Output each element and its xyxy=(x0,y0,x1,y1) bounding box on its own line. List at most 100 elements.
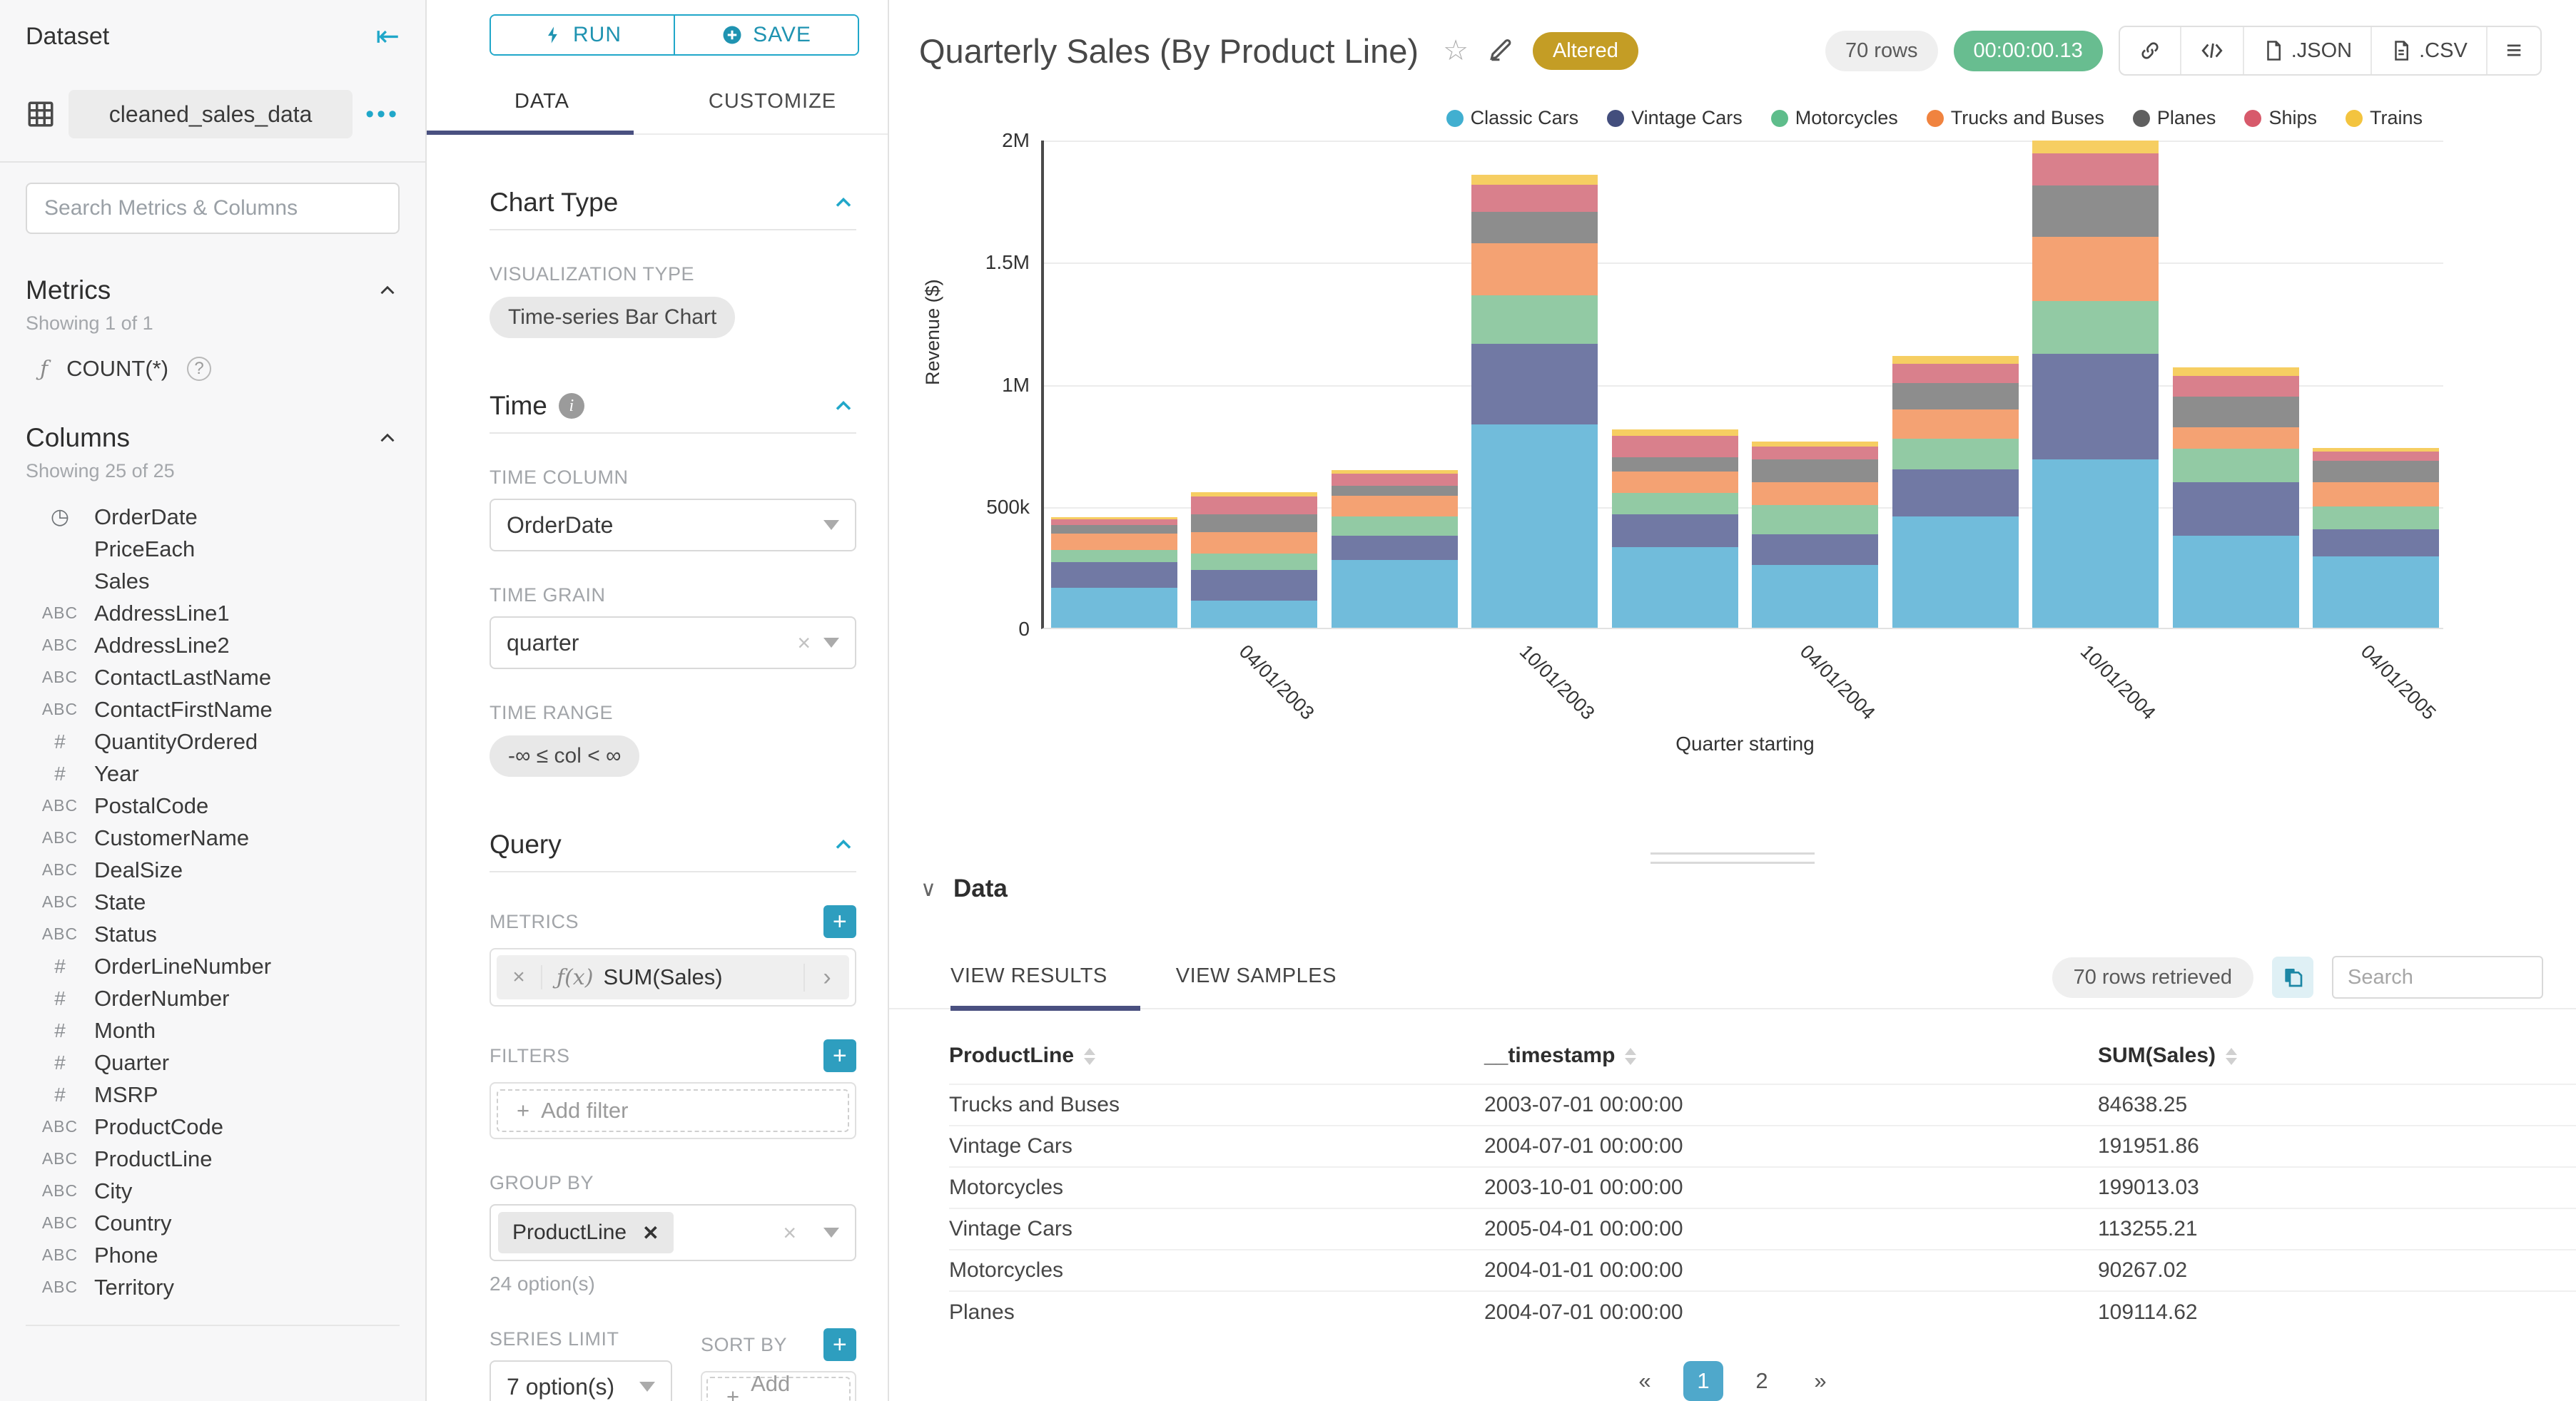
bar-segment[interactable] xyxy=(1892,382,2019,410)
bar-segment[interactable] xyxy=(1611,546,1738,628)
copy-data-button[interactable] xyxy=(2272,957,2313,998)
bar-segment[interactable] xyxy=(1191,600,1318,628)
group-by-chip[interactable]: ProductLine ✕ xyxy=(498,1212,674,1253)
bar-segment[interactable] xyxy=(1191,553,1318,570)
visualization-type-value[interactable]: Time-series Bar Chart xyxy=(490,297,736,338)
bar-segment[interactable] xyxy=(1892,409,2019,439)
bar-stack[interactable] xyxy=(1752,442,1879,628)
embed-code-button[interactable] xyxy=(2179,27,2243,74)
bar-segment[interactable] xyxy=(1050,587,1177,628)
bar-segment[interactable] xyxy=(1471,175,1598,185)
column-item[interactable]: ABC ContactLastName xyxy=(0,661,425,693)
bar-segment[interactable] xyxy=(2172,482,2299,536)
bar-segment[interactable] xyxy=(1191,532,1318,554)
bar-segment[interactable] xyxy=(1892,355,2019,364)
tab-data[interactable]: DATA xyxy=(427,90,657,133)
bar-segment[interactable] xyxy=(1191,491,1318,497)
metrics-columns-search-input[interactable] xyxy=(26,183,400,234)
bar-segment[interactable] xyxy=(1331,516,1458,536)
bar-segment[interactable] xyxy=(2032,141,2159,154)
bar-segment[interactable] xyxy=(1611,429,1738,437)
time-grain-select[interactable]: quarter × xyxy=(490,616,856,669)
bar-stack[interactable] xyxy=(2172,367,2299,628)
legend-item[interactable]: Trains xyxy=(2345,107,2423,129)
pagination-button[interactable]: » xyxy=(1800,1361,1840,1401)
column-item[interactable]: # OrderNumber xyxy=(0,982,425,1014)
table-column-header[interactable]: SUM(Sales) xyxy=(2098,1034,2576,1084)
bar-segment[interactable] xyxy=(2172,367,2299,376)
bar-segment[interactable] xyxy=(1892,363,2019,383)
column-item[interactable]: ABC CustomerName xyxy=(0,822,425,854)
bar-stack[interactable] xyxy=(2313,448,2440,628)
bar-segment[interactable] xyxy=(1611,492,1738,515)
column-item[interactable]: # Quarter xyxy=(0,1046,425,1079)
bar-segment[interactable] xyxy=(1752,482,1879,505)
favorite-star-icon[interactable]: ☆ xyxy=(1443,34,1469,67)
bar-stack[interactable] xyxy=(1331,469,1458,628)
bar-segment[interactable] xyxy=(2313,506,2440,529)
bar-segment[interactable] xyxy=(1471,424,1598,628)
bar-segment[interactable] xyxy=(2313,529,2440,557)
bar-segment[interactable] xyxy=(1752,442,1879,447)
bar-segment[interactable] xyxy=(1892,469,2019,516)
add-filter-button[interactable]: + xyxy=(823,1039,856,1072)
bar-segment[interactable] xyxy=(1331,474,1458,486)
column-item[interactable]: ABC ProductCode xyxy=(0,1111,425,1143)
results-search-input[interactable] xyxy=(2332,956,2543,999)
panel-resize-handle[interactable] xyxy=(1650,845,1815,864)
bar-segment[interactable] xyxy=(1331,559,1458,628)
sort-icon[interactable] xyxy=(2226,1048,2238,1066)
legend-item[interactable]: Vintage Cars xyxy=(1607,107,1743,129)
bar-segment[interactable] xyxy=(2313,482,2440,506)
bar-segment[interactable] xyxy=(1752,459,1879,482)
bar-segment[interactable] xyxy=(1191,569,1318,601)
sort-icon[interactable] xyxy=(1084,1048,1096,1066)
pagination-button[interactable]: « xyxy=(1625,1361,1665,1401)
column-item[interactable]: # Year xyxy=(0,758,425,790)
time-range-value[interactable]: -∞ ≤ col < ∞ xyxy=(490,735,640,777)
save-button[interactable]: SAVE xyxy=(674,16,858,54)
add-metric-button[interactable]: + xyxy=(823,905,856,938)
bar-segment[interactable] xyxy=(1191,514,1318,533)
bar-segment[interactable] xyxy=(1471,243,1598,295)
query-collapse-icon[interactable] xyxy=(831,832,856,857)
column-item[interactable]: PriceEach xyxy=(0,533,425,565)
bar-segment[interactable] xyxy=(1471,212,1598,243)
pagination-button[interactable]: 1 xyxy=(1683,1361,1723,1401)
bar-segment[interactable] xyxy=(1471,185,1598,213)
column-item[interactable]: ABC PostalCode xyxy=(0,790,425,822)
clear-icon[interactable]: × xyxy=(797,630,811,656)
column-item[interactable]: ABC Status xyxy=(0,918,425,950)
column-item[interactable]: Sales xyxy=(0,565,425,597)
column-item[interactable]: ABC AddressLine2 xyxy=(0,629,425,661)
sort-icon[interactable] xyxy=(1625,1048,1637,1066)
column-item[interactable]: ABC City xyxy=(0,1175,425,1207)
bar-segment[interactable] xyxy=(2032,459,2159,628)
column-item[interactable]: ABC State xyxy=(0,886,425,918)
bar-segment[interactable] xyxy=(1752,564,1879,628)
bar-segment[interactable] xyxy=(1331,535,1458,560)
bar-segment[interactable] xyxy=(1611,436,1738,457)
bar-segment[interactable] xyxy=(1050,550,1177,562)
bar-segment[interactable] xyxy=(1892,516,2019,628)
help-icon[interactable]: ? xyxy=(187,357,212,381)
add-sort-metric-button[interactable]: + xyxy=(823,1328,856,1361)
data-section-chevron-icon[interactable]: ∨ xyxy=(921,877,936,902)
bar-segment[interactable] xyxy=(1752,504,1879,534)
series-limit-select[interactable]: 7 option(s) xyxy=(490,1360,672,1401)
table-column-header[interactable]: ProductLine xyxy=(949,1034,1484,1084)
bar-stack[interactable] xyxy=(1611,429,1738,628)
bar-segment[interactable] xyxy=(2032,301,2159,355)
expand-metric-icon[interactable]: › xyxy=(803,963,849,992)
bar-stack[interactable] xyxy=(1892,355,2019,628)
time-collapse-icon[interactable] xyxy=(831,393,856,419)
column-item[interactable]: ABC Country xyxy=(0,1207,425,1239)
column-item[interactable]: ABC Phone xyxy=(0,1239,425,1271)
add-sort-metric-dropzone[interactable]: + Add metric xyxy=(706,1371,851,1401)
bar-segment[interactable] xyxy=(1050,519,1177,525)
metric-item[interactable]: ƒ COUNT(*) ? xyxy=(40,356,400,382)
bar-segment[interactable] xyxy=(2032,236,2159,302)
legend-item[interactable]: Trucks and Buses xyxy=(1926,107,2104,129)
bar-stack[interactable] xyxy=(1050,517,1177,628)
share-link-button[interactable] xyxy=(2120,27,2180,74)
